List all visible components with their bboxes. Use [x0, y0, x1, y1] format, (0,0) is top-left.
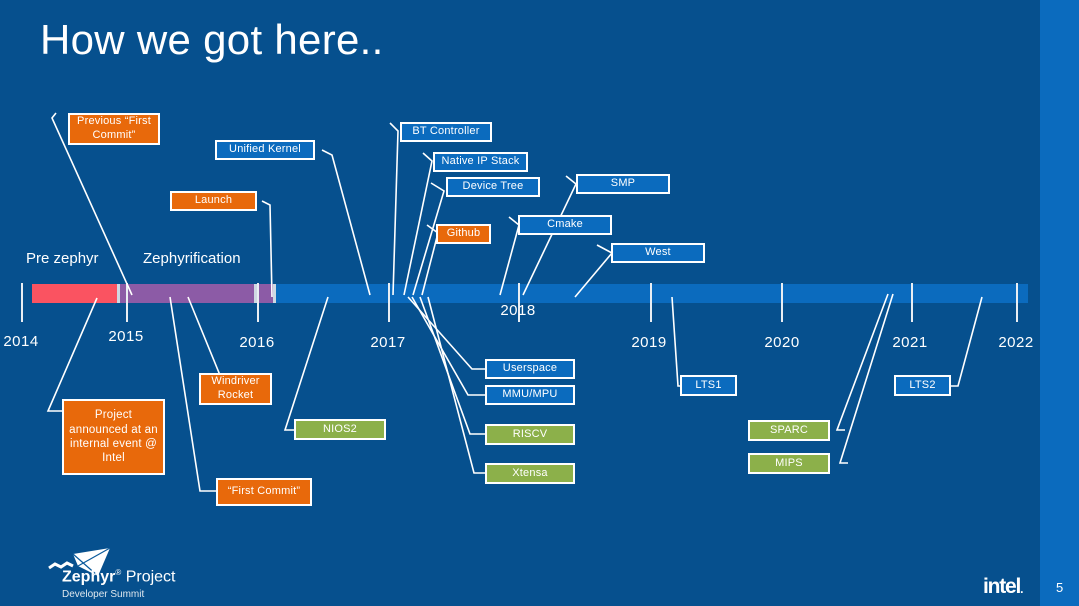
- event-box-sparc[interactable]: SPARC: [748, 420, 830, 441]
- event-box-mips[interactable]: MIPS: [748, 453, 830, 474]
- zephyr-name: Zephyr: [62, 568, 116, 586]
- slide-canvas: How we got here.. Pre zephyr Zephyrifica…: [0, 0, 1079, 606]
- year-tick-2017: [388, 283, 390, 322]
- year-label-2017: 2017: [370, 334, 406, 351]
- timeline-segment-zephyrification: [120, 284, 273, 303]
- timeline-segment-pre-zephyr: [32, 284, 117, 303]
- event-box-unified-kernel[interactable]: Unified Kernel: [215, 140, 315, 160]
- event-box-lts1[interactable]: LTS1: [680, 375, 737, 396]
- year-tick-2021: [911, 283, 913, 322]
- zephyr-subtitle: Developer Summit: [62, 589, 145, 600]
- year-label-2022: 2022: [998, 334, 1034, 351]
- event-box-smp[interactable]: SMP: [576, 174, 670, 194]
- event-box-cmake[interactable]: Cmake: [518, 215, 612, 235]
- event-box-nios2[interactable]: NIOS2: [294, 419, 386, 440]
- year-label-2014: 2014: [3, 333, 39, 350]
- event-box-previous-first-commit[interactable]: Previous “First Commit”: [68, 113, 160, 145]
- event-box-first-commit[interactable]: “First Commit”: [216, 478, 312, 506]
- intel-logo-dot: .: [1020, 582, 1023, 596]
- event-box-launch[interactable]: Launch: [170, 191, 257, 211]
- year-label-2018: 2018: [500, 302, 536, 319]
- year-tick-2022: [1016, 283, 1018, 322]
- event-box-bt-controller[interactable]: BT Controller: [400, 122, 492, 142]
- zephyr-project-wordmark: Zephyr® Project: [62, 568, 176, 586]
- intel-wordmark: intel: [983, 575, 1021, 598]
- year-tick-2015: [126, 283, 128, 322]
- right-edge-accent-strip: [1040, 0, 1079, 606]
- year-tick-2016: [257, 283, 259, 322]
- page-number: 5: [1056, 580, 1064, 595]
- era-label-zephyrification: Zephyrification: [143, 250, 241, 267]
- event-box-west[interactable]: West: [611, 243, 705, 263]
- year-label-2016: 2016: [239, 334, 275, 351]
- event-box-lts2[interactable]: LTS2: [894, 375, 951, 396]
- event-box-project-announced[interactable]: Project announced at an internal event @…: [62, 399, 165, 475]
- event-box-windriver-rocket[interactable]: Windriver Rocket: [199, 373, 272, 405]
- timeline-divider-3: [273, 284, 276, 303]
- year-label-2021: 2021: [892, 334, 928, 351]
- event-box-native-ip-stack[interactable]: Native IP Stack: [433, 152, 528, 172]
- year-tick-2019: [650, 283, 652, 322]
- intel-logo: intel.: [983, 575, 1024, 599]
- event-box-riscv[interactable]: RISCV: [485, 424, 575, 445]
- event-box-github[interactable]: Github: [436, 224, 491, 244]
- event-box-mmu-mpu[interactable]: MMU/MPU: [485, 385, 575, 405]
- year-label-2015: 2015: [108, 328, 144, 345]
- year-tick-2014: [21, 283, 23, 322]
- connector-lines: [46, 112, 983, 492]
- year-label-2019: 2019: [631, 334, 667, 351]
- event-box-userspace[interactable]: Userspace: [485, 359, 575, 379]
- timeline-divider-1: [117, 284, 120, 303]
- era-label-pre-zephyr: Pre zephyr: [26, 250, 99, 267]
- year-tick-2020: [781, 283, 783, 322]
- event-box-device-tree[interactable]: Device Tree: [446, 177, 540, 197]
- year-label-2020: 2020: [764, 334, 800, 351]
- event-box-xtensa[interactable]: Xtensa: [485, 463, 575, 484]
- zephyr-project-suffix: Project: [121, 568, 176, 586]
- timeline-bar: [32, 284, 1028, 303]
- page-title: How we got here..: [40, 16, 384, 63]
